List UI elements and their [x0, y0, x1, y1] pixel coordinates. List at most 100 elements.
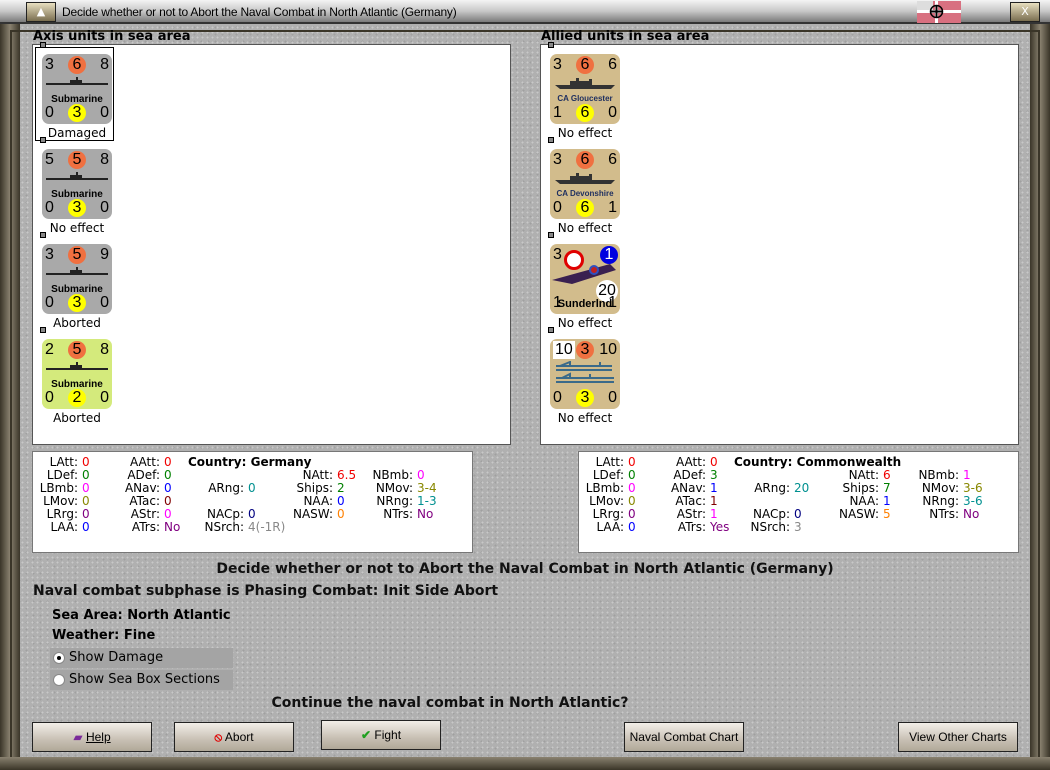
stat-value: 0 — [164, 494, 172, 508]
allied-unit-bottom-center: 6 — [576, 104, 594, 122]
minimize-button[interactable]: ▲ — [26, 2, 56, 22]
stat-latt: LAtt: 0 — [18, 455, 90, 469]
allied-marker-icon — [548, 327, 554, 333]
stat-nsrch: NSrch: 4(-1R) — [184, 520, 285, 534]
stat-value: 1 — [710, 481, 718, 495]
axis-unit-bottom-left: 0 — [45, 199, 54, 216]
stat-label: AStr: — [130, 507, 160, 521]
stat-label: NRng: — [922, 494, 959, 508]
stat-label: LAA: — [50, 520, 78, 534]
allied-unit-counter[interactable]: 3 1 20 1 1 Sunderlnd — [550, 244, 620, 314]
close-button[interactable]: X — [1010, 2, 1040, 22]
stat-lmov: LMov: 0 — [564, 494, 636, 508]
stat-label: NBmb: — [372, 468, 413, 482]
convoy-silhouette-icon — [550, 360, 620, 390]
stat-value: 0 — [82, 494, 90, 508]
allied-unit-top-left: 10 — [553, 341, 575, 359]
axis-unit-name: Submarine — [51, 379, 103, 390]
allied-unit-counter[interactable]: 3 10 3 10 0 0 — [550, 339, 620, 409]
stat-label: AStr: — [676, 507, 706, 521]
axis-units-list[interactable]: 3 6 8 3 0 0 Submarine Damaged 5 5 8 3 0 0 Submarine No … — [32, 42, 511, 445]
window-title: Decide whether or not to Abort the Naval… — [62, 5, 457, 19]
stat-value: 0 — [628, 520, 636, 534]
stat-value: 0 — [82, 520, 90, 534]
stat-value: 0 — [248, 481, 256, 495]
stat-laa: LAA: 0 — [18, 520, 90, 534]
allied-unit-name: CA Gloucester — [557, 94, 613, 103]
axis-unit-counter[interactable]: 3 6 8 3 0 0 Submarine — [42, 54, 112, 124]
abort-button[interactable]: ⦸ Abort — [174, 722, 294, 752]
stat-value: 2 — [337, 481, 345, 495]
stat-lbmb: LBmb: 0 — [18, 481, 90, 495]
view-other-charts-button[interactable]: View Other Charts — [898, 722, 1018, 752]
stat-label: LAA: — [596, 520, 624, 534]
allied-units-list[interactable]: 3 6 6 6 1 0 CA Gloucester No effect 3 6 6 6 0 1 CA Dev… — [540, 42, 1019, 445]
axis-unit-counter[interactable]: 3 5 9 3 0 0 Submarine — [42, 244, 112, 314]
radio-selected-icon — [53, 652, 65, 664]
help-label: Help — [85, 730, 111, 744]
stat-label: AAtt: — [676, 455, 706, 469]
axis-unit-name: Submarine — [51, 284, 103, 295]
stat-value: 4(-1R) — [248, 520, 286, 534]
stat-nbmb: NBmb: 1 — [899, 468, 970, 482]
stat-arng: ARng: 20 — [730, 481, 809, 495]
checkmark-icon: ✔ — [360, 728, 372, 742]
stat-value: 0 — [82, 455, 90, 469]
stat-value: 1-3 — [417, 494, 437, 508]
stat-adef: ADef: 3 — [646, 468, 717, 482]
stat-label: NAtt: — [302, 468, 333, 482]
continue-question: Continue the naval combat in North Atlan… — [271, 695, 629, 711]
allied-unit-bottom-left: 0 — [553, 199, 562, 216]
allied-unit-bottom-center: 6 — [576, 199, 594, 217]
main-heading: Decide whether or not to Abort the Naval… — [216, 561, 834, 577]
stat-label: LAtt: — [595, 455, 624, 469]
show-damage-radio[interactable]: Show Damage — [50, 648, 233, 668]
allied-unit-status: No effect — [557, 411, 613, 425]
stat-label: LMov: — [43, 494, 78, 508]
axis-country: Country: Germany — [188, 455, 312, 469]
stat-value: 0 — [628, 455, 636, 469]
axis-marker-icon — [40, 137, 46, 143]
stat-label: Ships: — [296, 481, 333, 495]
axis-unit-top-center: 6 — [68, 56, 86, 74]
stat-value: 0 — [628, 494, 636, 508]
stat-lrrg: LRrg: 0 — [564, 507, 636, 521]
naval-combat-chart-button[interactable]: Naval Combat Chart — [624, 722, 744, 752]
allied-country: Country: Commonwealth — [734, 455, 902, 469]
axis-unit-bottom-center: 3 — [68, 104, 86, 122]
stat-nmov: NMov: 3-4 — [353, 481, 437, 495]
stat-label: LDef: — [592, 468, 624, 482]
allied-unit-bottom-left: 0 — [553, 389, 562, 406]
axis-unit-counter[interactable]: 2 5 8 2 0 0 Submarine — [42, 339, 112, 409]
allied-unit-counter[interactable]: 3 6 6 6 1 0 CA Gloucester — [550, 54, 620, 124]
allied-unit-counter[interactable]: 3 6 6 6 0 1 CA Devonshire — [550, 149, 620, 219]
stat-value: 0 — [82, 481, 90, 495]
allied-unit-bottom-right: 0 — [608, 104, 617, 121]
fight-button[interactable]: ✔ Fight — [321, 720, 441, 750]
stat-label: NAA: — [303, 494, 333, 508]
allied-unit-top-left: 3 — [553, 56, 562, 73]
allied-marker-icon — [548, 137, 554, 143]
stat-value: 3-6 — [963, 494, 983, 508]
stat-label: ADef: — [673, 468, 706, 482]
stat-nacp: NACp: 0 — [730, 507, 802, 521]
axis-unit-top-right: 9 — [100, 246, 109, 263]
stat-nmov: NMov: 3-6 — [899, 481, 983, 495]
axis-unit-counter[interactable]: 5 5 8 3 0 0 Submarine — [42, 149, 112, 219]
weather-value: Fine — [123, 628, 156, 643]
axis-unit-bottom-left: 0 — [45, 294, 54, 311]
stat-ships: Ships: 2 — [273, 481, 345, 495]
stat-value: 3 — [794, 520, 802, 534]
stat-label: NSrch: — [750, 520, 790, 534]
axis-unit-bottom-right: 0 — [100, 294, 109, 311]
stat-ntrs: NTrs: No — [353, 507, 433, 521]
stat-value: 0 — [248, 507, 256, 521]
show-sea-box-sections-radio[interactable]: Show Sea Box Sections — [50, 670, 233, 690]
stat-label: ARng: — [208, 481, 244, 495]
allied-unit-top-right: 6 — [608, 151, 617, 168]
stat-value: No — [963, 507, 980, 521]
stat-label: Ships: — [842, 481, 879, 495]
axis-unit-name: Submarine — [51, 189, 103, 200]
help-button[interactable]: ▰ Help — [32, 722, 152, 752]
axis-unit-bottom-right: 0 — [100, 199, 109, 216]
